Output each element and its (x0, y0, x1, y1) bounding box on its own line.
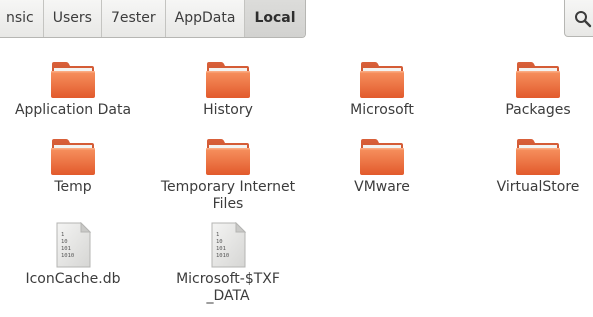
folder-icon (514, 137, 562, 177)
item-label: Microsoft (350, 102, 414, 118)
breadcrumb: nsic Users 7ester AppData Local (0, 0, 306, 38)
header-bar: nsic Users 7ester AppData Local (0, 0, 593, 40)
breadcrumb-item-nsic[interactable]: nsic (0, 0, 44, 37)
breadcrumb-item-local[interactable]: Local (245, 0, 305, 37)
folder-icon (358, 137, 406, 177)
item-label: VMware (354, 179, 410, 195)
search-button[interactable] (564, 0, 593, 37)
binary-file-icon (208, 222, 248, 268)
folder-icon (49, 137, 97, 177)
item-label: Application Data (14, 102, 132, 118)
item-label: Temporary Internet Files (160, 179, 296, 212)
folder-icon (49, 60, 97, 100)
item-label: History (203, 102, 253, 118)
binary-file-icon (53, 222, 93, 268)
folder-icon (514, 60, 562, 100)
item-label: Packages (505, 102, 571, 118)
item-label: Temp (54, 179, 92, 195)
folder-icon (358, 60, 406, 100)
breadcrumb-item-appdata[interactable]: AppData (166, 0, 246, 37)
item-label: IconCache.db (25, 271, 121, 287)
item-label: Microsoft-$TXF_DATA (176, 271, 280, 304)
breadcrumb-item-7ester[interactable]: 7ester (102, 0, 166, 37)
folder-icon (204, 60, 252, 100)
item-label: VirtualStore (496, 179, 580, 195)
search-icon (575, 11, 592, 28)
folder-icon (204, 137, 252, 177)
breadcrumb-item-users[interactable]: Users (44, 0, 102, 37)
